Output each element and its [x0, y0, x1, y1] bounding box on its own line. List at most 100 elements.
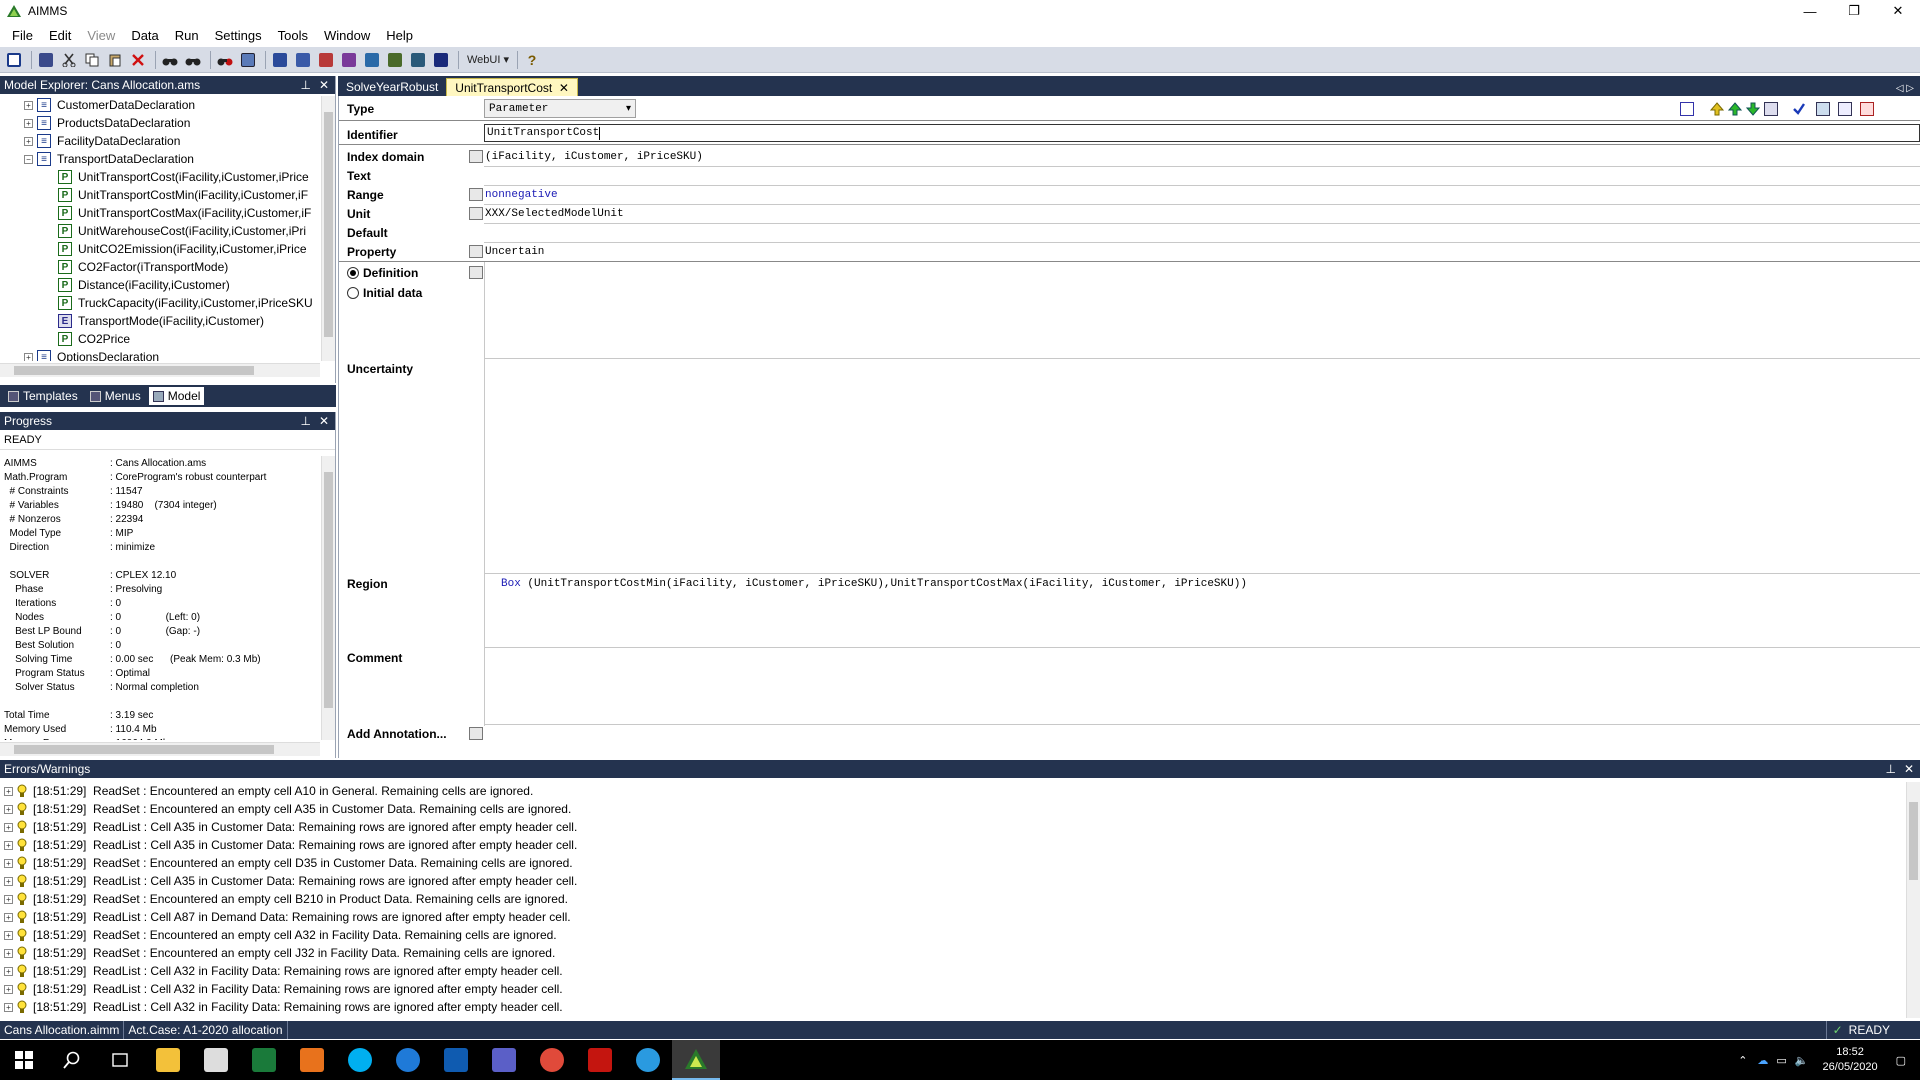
find-next-icon[interactable] [183, 50, 203, 70]
expand-icon[interactable]: + [4, 984, 13, 994]
menu-window[interactable]: Window [316, 28, 378, 43]
close-button[interactable]: ✕ [1876, 0, 1920, 22]
discard-icon[interactable] [1857, 100, 1877, 118]
scrollbar-thumb[interactable] [14, 745, 274, 754]
expand-icon[interactable]: + [4, 786, 13, 796]
expand-icon[interactable]: + [4, 876, 13, 886]
tab-unittransportcost[interactable]: UnitTransportCost ✕ [446, 78, 578, 96]
menu-edit[interactable]: Edit [41, 28, 79, 43]
expand-icon[interactable]: + [24, 100, 33, 110]
delete-icon[interactable] [128, 50, 148, 70]
tree-item[interactable]: P TruckCapacity(iFacility,iCustomer,iPric… [0, 294, 320, 312]
expand-icon[interactable]: + [4, 930, 13, 940]
expand-icon[interactable]: + [4, 1002, 13, 1012]
notifications-icon[interactable]: ▢ [1888, 1054, 1920, 1067]
edge-icon[interactable] [384, 1040, 432, 1080]
page-manager-icon[interactable] [293, 50, 313, 70]
expand-icon[interactable]: + [4, 858, 13, 868]
copy-icon[interactable] [82, 50, 102, 70]
identifier-selector-icon[interactable] [238, 50, 258, 70]
data-manager-icon[interactable] [385, 50, 405, 70]
chevron-up-icon[interactable]: ⌃ [1732, 1054, 1753, 1067]
tree-item[interactable]: P CO2Price [0, 330, 320, 348]
spell-check-icon[interactable] [1677, 100, 1697, 118]
clock[interactable]: 18:52 26/05/2020 [1823, 1045, 1878, 1075]
menu-help[interactable]: Help [378, 28, 421, 43]
tree-item[interactable]: − ≡ TransportDataDeclaration [0, 150, 320, 168]
error-row[interactable]: + [18:51:29] ReadList : Cell A35 in Custo… [0, 836, 1900, 854]
tree-item[interactable]: P CO2Factor(iTransportMode) [0, 258, 320, 276]
progress-horizontal-scrollbar[interactable] [0, 742, 320, 756]
onedrive-icon[interactable]: ☁ [1753, 1054, 1772, 1067]
collapse-icon[interactable]: − [24, 154, 33, 164]
error-row[interactable]: + [18:51:29] ReadSet : Encountered an emp… [0, 854, 1900, 872]
tab-model[interactable]: Model [148, 387, 205, 405]
tree-item[interactable]: P Distance(iFacility,iCustomer) [0, 276, 320, 294]
outlook-icon[interactable] [432, 1040, 480, 1080]
menu-tools[interactable]: Tools [270, 28, 316, 43]
save-icon[interactable] [36, 50, 56, 70]
aimms-taskbar-icon[interactable] [672, 1040, 720, 1080]
error-row[interactable]: + [18:51:29] ReadList : Cell A32 in Facil… [0, 980, 1900, 998]
progress-vertical-scrollbar[interactable] [321, 456, 335, 740]
error-row[interactable]: + [18:51:29] ReadSet : Encountered an emp… [0, 800, 1900, 818]
scrollbar-thumb[interactable] [324, 112, 333, 337]
error-row[interactable]: + [18:51:29] ReadSet : Encountered an emp… [0, 944, 1900, 962]
property-wizard-button[interactable] [469, 245, 483, 258]
cut-icon[interactable] [59, 50, 79, 70]
tree-item[interactable]: P UnitWarehouseCost(iFacility,iCustomer,i… [0, 222, 320, 240]
info-icon[interactable] [431, 50, 451, 70]
error-row[interactable]: + [18:51:29] ReadList : Cell A32 in Facil… [0, 998, 1900, 1016]
menu-settings[interactable]: Settings [207, 28, 270, 43]
close-icon[interactable]: ✕ [319, 78, 329, 92]
office-app-icon[interactable] [288, 1040, 336, 1080]
add-annotation-wizard-button[interactable] [469, 727, 483, 740]
definition-wizard-button[interactable] [469, 266, 483, 279]
range-wizard-button[interactable] [469, 188, 483, 201]
find-replace-icon[interactable] [215, 50, 235, 70]
error-row[interactable]: + [18:51:29] ReadList : Cell A35 in Custo… [0, 818, 1900, 836]
expand-icon[interactable]: + [24, 136, 33, 146]
unit-value[interactable]: XXX/SelectedModelUnit [485, 208, 624, 220]
close-tab-icon[interactable]: ✕ [559, 81, 569, 95]
error-row[interactable]: + [18:51:29] ReadList : Cell A32 in Facil… [0, 962, 1900, 980]
task-view-icon[interactable] [96, 1040, 144, 1080]
menu-builder-icon[interactable] [339, 50, 359, 70]
new-project-icon[interactable] [4, 50, 24, 70]
skype-icon[interactable] [336, 1040, 384, 1080]
expand-icon[interactable]: + [4, 894, 13, 904]
scrollbar-thumb[interactable] [1909, 802, 1918, 880]
minimize-button[interactable]: — [1788, 0, 1832, 22]
move-up-icon[interactable] [1707, 100, 1727, 118]
help-icon[interactable]: ? [522, 50, 542, 70]
identifier-input[interactable]: UnitTransportCost [484, 124, 1920, 142]
check-commit-icon[interactable] [1813, 100, 1833, 118]
expand-icon[interactable]: + [4, 948, 13, 958]
initial-data-radio[interactable]: Initial data [347, 286, 422, 300]
error-row[interactable]: + [18:51:29] ReadSet : Encountered an emp… [0, 926, 1900, 944]
definition-radio[interactable]: Definition [347, 266, 418, 280]
tree-horizontal-scrollbar[interactable] [0, 363, 320, 377]
errors-vertical-scrollbar[interactable] [1906, 782, 1920, 1018]
check-icon[interactable] [1789, 100, 1809, 118]
data-page-icon[interactable] [270, 50, 290, 70]
comment-editor[interactable] [485, 648, 1920, 726]
tree-item[interactable]: + ≡ CustomerDataDeclaration [0, 96, 320, 114]
scrollbar-thumb[interactable] [324, 472, 333, 708]
teams-icon[interactable] [480, 1040, 528, 1080]
error-row[interactable]: + [18:51:29] ReadSet : Encountered an emp… [0, 890, 1900, 908]
tree-item[interactable]: + ≡ OptionsDeclaration [0, 348, 320, 361]
close-icon[interactable]: ✕ [319, 414, 329, 428]
library-manager-icon[interactable] [408, 50, 428, 70]
search-icon[interactable] [48, 1040, 96, 1080]
expand-icon[interactable]: + [4, 822, 13, 832]
tree-item[interactable]: + ≡ ProductsDataDeclaration [0, 114, 320, 132]
pin-icon[interactable]: ⊥ [300, 414, 310, 428]
close-icon[interactable]: ✕ [1904, 762, 1914, 776]
index-domain-value[interactable]: (iFacility, iCustomer, iPriceSKU) [485, 151, 703, 163]
tab-scroll-arrows-icon[interactable]: ◁ ▷ [1896, 83, 1920, 96]
webui-dropdown[interactable]: WebUI ▾ [463, 50, 513, 70]
expand-icon[interactable]: + [4, 840, 13, 850]
range-value[interactable]: nonnegative [485, 189, 558, 201]
menu-view[interactable]: View [79, 28, 123, 43]
